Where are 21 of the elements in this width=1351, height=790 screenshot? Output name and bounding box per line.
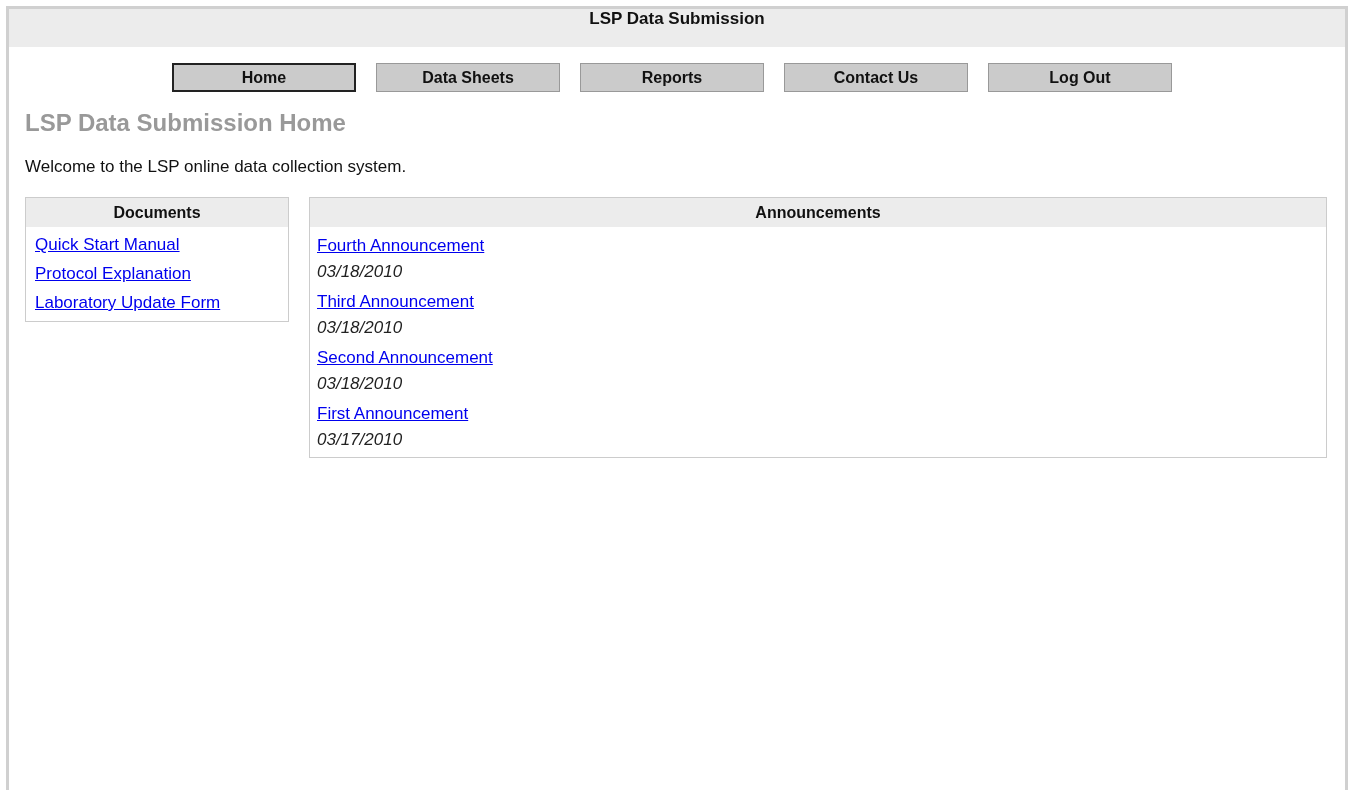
announcement-link[interactable]: Third Announcement bbox=[317, 291, 474, 313]
welcome-text: Welcome to the LSP online data collection system. bbox=[25, 157, 407, 177]
nav-tab[interactable]: Contact Us bbox=[784, 63, 968, 92]
document-link[interactable]: Laboratory Update Form bbox=[35, 293, 221, 313]
nav-tab[interactable]: Reports bbox=[580, 63, 764, 92]
page-heading: LSP Data Submission Home bbox=[25, 109, 346, 137]
panel-title: Announcements bbox=[310, 198, 1326, 227]
document-link[interactable]: Quick Start Manual bbox=[35, 235, 180, 255]
nav-tab[interactable]: Home bbox=[172, 63, 356, 92]
window-title: LSP Data Submission bbox=[9, 9, 1345, 47]
announcement-link[interactable]: Fourth Announcement bbox=[317, 235, 485, 257]
announcement-date: 03/18/2010 bbox=[317, 317, 403, 339]
announcement-date: 03/18/2010 bbox=[317, 373, 403, 395]
panel-title: Documents bbox=[26, 198, 288, 227]
announcement-date: 03/17/2010 bbox=[317, 429, 403, 451]
announcement-link[interactable]: First Announcement bbox=[317, 403, 469, 425]
announcement-date: 03/18/2010 bbox=[317, 261, 403, 283]
document-link[interactable]: Protocol Explanation bbox=[35, 264, 191, 284]
announcement-link[interactable]: Second Announcement bbox=[317, 347, 493, 369]
nav-tab[interactable]: Log Out bbox=[988, 63, 1172, 92]
nav-tab[interactable]: Data Sheets bbox=[376, 63, 560, 92]
